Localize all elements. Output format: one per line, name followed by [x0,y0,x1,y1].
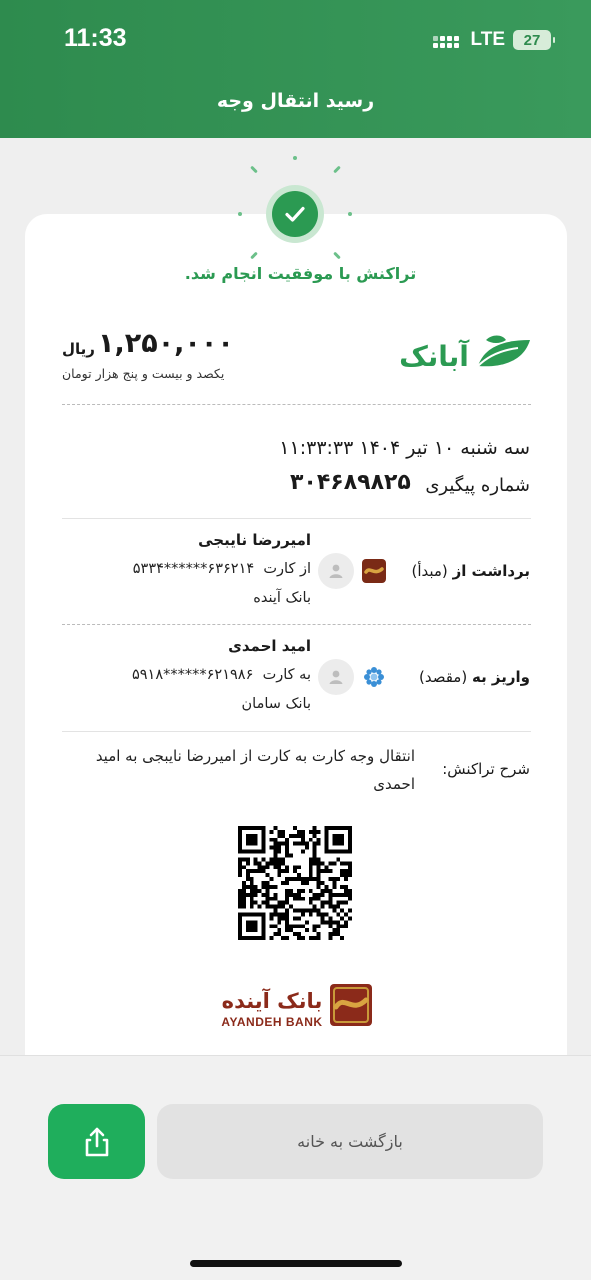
sparkle-decoration [293,156,297,160]
sparkle-decoration [348,212,352,216]
source-card-prefix: از کارت [263,561,311,577]
source-card-line: از کارت ۶۳۶۲۱۴******۵۳۳۴ [133,561,311,577]
signal-icon [432,32,463,48]
destination-name: امید احمدی [228,637,311,655]
destination-bank: بانک سامان [241,696,311,712]
svg-text:آبانک: آبانک [399,339,470,373]
share-button[interactable] [48,1104,145,1179]
amount-value: ۱,۲۵۰,۰۰۰ [98,328,234,359]
source-avatar [318,553,354,589]
amount-in-words: یکصد و بیست و پنج هزار تومان [62,366,225,381]
destination-card-line: به کارت ۶۲۱۹۸۶******۵۹۱۸ [132,667,311,683]
description-text: انتقال وجه کارت به کارت از امیررضا نایبج… [95,747,415,793]
divider [62,731,531,732]
share-icon [85,1127,108,1156]
saman-bank-icon [362,665,386,689]
status-bar-right: LTE 27 [432,28,555,52]
source-label: برداشت از (مبدأ) [411,562,530,580]
transaction-datetime: سه شنبه ۱۰ تیر ۱۴۰۴ ۱۱:۳۳:۳۳ [279,437,530,459]
destination-card-number: ۶۲۱۹۸۶******۵۹۱۸ [131,667,254,683]
app-header: 11:33 LTE 27 رسید انتقال وجه [0,0,591,138]
destination-label: واریز به (مقصد) [418,668,530,686]
divider [62,518,531,519]
svg-text:بانک آینده: بانک آینده [222,988,323,1013]
tracking-number[interactable]: ۳۰۴۶۸۹۸۲۵ [290,470,411,495]
sparkle-decoration [238,212,242,216]
sparkle-decoration [250,165,258,174]
network-label: LTE [470,29,505,50]
success-check-icon [266,185,324,243]
home-indicator [190,1260,402,1267]
ayandeh-bank-icon [362,559,386,583]
svg-text:AYANDEH BANK: AYANDEH BANK [221,1015,322,1029]
sparkle-decoration [333,165,341,174]
back-to-home-button[interactable]: بازگشت به خانه [157,1104,543,1179]
success-message: تراکنش با موفقیت انجام شد. [184,264,417,283]
page-title: رسید انتقال وجه [216,90,375,112]
ayandeh-bank-logo: بانک آینده AYANDEH BANK [218,982,374,1030]
status-time: 11:33 [64,24,127,52]
source-card-number: ۶۳۶۲۱۴******۵۳۳۴ [132,561,255,577]
source-bank: بانک آینده [253,590,311,606]
battery-icon: 27 [513,30,555,50]
qr-code [238,826,352,940]
tracking-label: شماره پیگیری [425,475,530,496]
abank-logo: آبانک [392,326,532,376]
amount-unit: ریال [62,340,95,358]
description-label: شرح تراکنش: [442,760,530,778]
destination-card-prefix: به کارت [262,667,311,683]
source-name: امیررضا نایبجی [198,531,311,549]
divider [62,624,531,625]
divider [62,404,531,405]
destination-avatar [318,659,354,695]
